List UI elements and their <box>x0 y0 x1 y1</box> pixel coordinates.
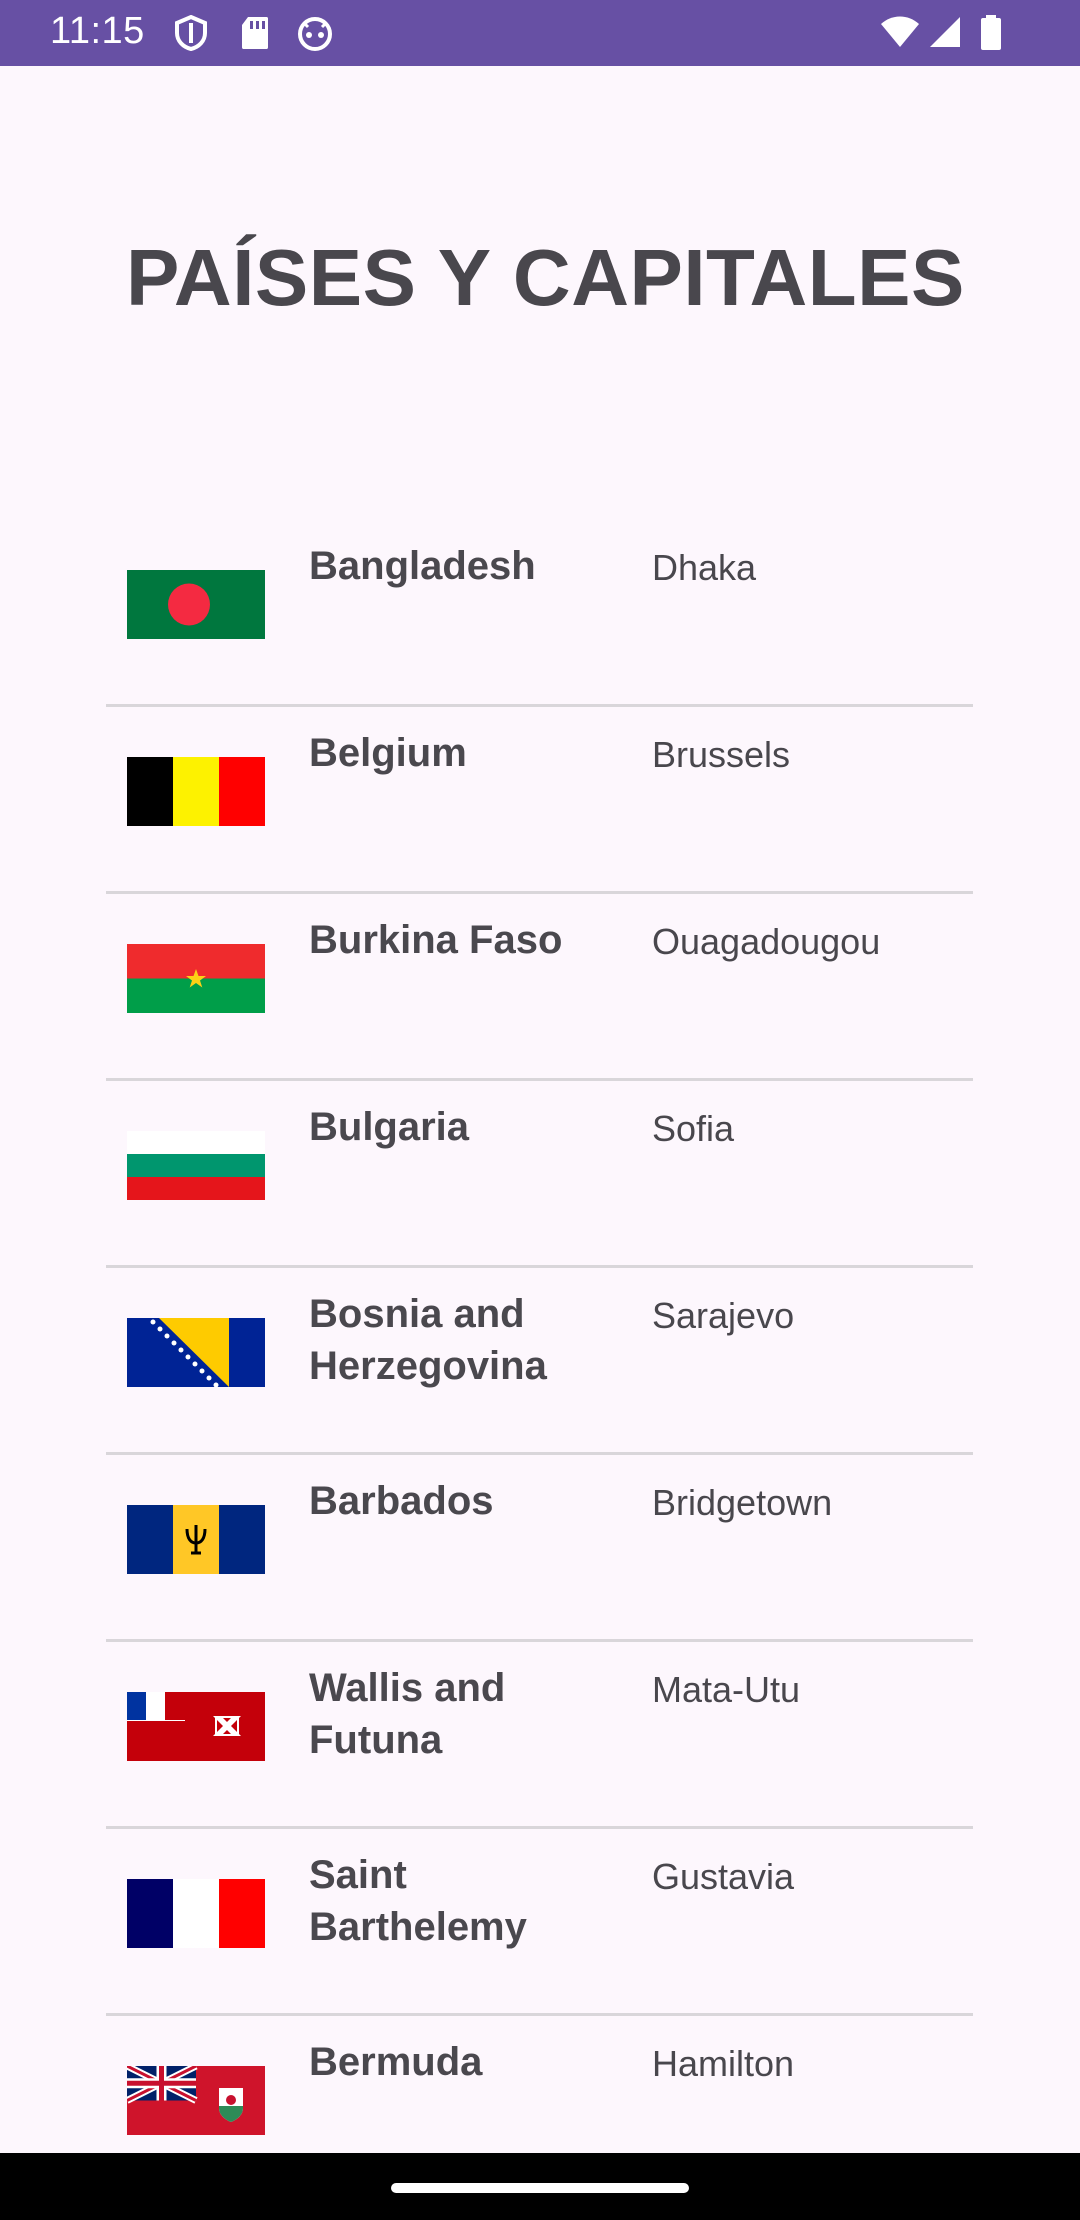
list-item[interactable]: Wallis and Futuna Mata-Utu <box>106 1642 973 1829</box>
capital-name: Ouagadougou <box>652 921 881 962</box>
capital-name: Hamilton <box>652 2043 795 2084</box>
bermuda-flag-icon <box>127 2066 265 2135</box>
country-name: Bosnia and Herzegovina <box>309 1292 547 1388</box>
bangladesh-flag-icon <box>127 570 265 639</box>
wifi-icon <box>880 15 920 54</box>
country-name: Burkina Faso <box>309 918 563 962</box>
status-time: 11:15 <box>50 10 145 52</box>
capital-name: Sofia <box>652 1108 735 1149</box>
barbados-flag-icon <box>127 1505 265 1574</box>
saint-barthelemy-flag-icon <box>127 1879 265 1948</box>
list-item[interactable]: Barbados Bridgetown <box>106 1455 973 1642</box>
home-handle[interactable] <box>391 2183 689 2193</box>
capital-name: Sarajevo <box>652 1295 795 1336</box>
wallis-futuna-flag-icon <box>127 1692 265 1761</box>
list-item[interactable]: Belgium Brussels <box>106 707 973 894</box>
capital-name: Dhaka <box>652 547 757 588</box>
list-item[interactable]: Bulgaria Sofia <box>106 1081 973 1268</box>
list-item[interactable]: Bosnia and Herzegovina Sarajevo <box>106 1268 973 1455</box>
bosnia-flag-icon <box>127 1318 265 1387</box>
page-title: PAÍSES Y CAPITALES <box>126 233 965 322</box>
country-name: Barbados <box>309 1479 494 1523</box>
battery-icon <box>980 15 1002 56</box>
shield-icon <box>174 14 208 56</box>
sd-card-icon <box>240 15 270 56</box>
navigation-bar <box>0 2153 1080 2220</box>
bulgaria-flag-icon <box>127 1131 265 1200</box>
country-name: Saint Barthelemy <box>309 1853 527 1949</box>
burkina-faso-flag-icon <box>127 944 265 1013</box>
belgium-flag-icon <box>127 757 265 826</box>
capital-name: Brussels <box>652 734 791 775</box>
country-name: Wallis and Futuna <box>309 1666 506 1762</box>
country-list: Bangladesh Dhaka Belgium Brussels Burkin… <box>0 520 1080 2200</box>
country-name: Bulgaria <box>309 1105 470 1149</box>
capital-name: Gustavia <box>652 1856 795 1897</box>
android-face-icon <box>296 15 334 56</box>
country-name: Bangladesh <box>309 544 536 588</box>
country-name: Belgium <box>309 731 467 775</box>
list-item[interactable]: Saint Barthelemy Gustavia <box>106 1829 973 2016</box>
list-item[interactable]: Burkina Faso Ouagadougou <box>106 894 973 1081</box>
country-name: Bermuda <box>309 2040 483 2084</box>
list-item[interactable]: Bangladesh Dhaka <box>106 520 973 707</box>
signal-icon <box>928 15 962 54</box>
capital-name: Bridgetown <box>652 1482 833 1523</box>
capital-name: Mata-Utu <box>652 1669 801 1710</box>
status-bar: 11:15 <box>0 0 1080 66</box>
